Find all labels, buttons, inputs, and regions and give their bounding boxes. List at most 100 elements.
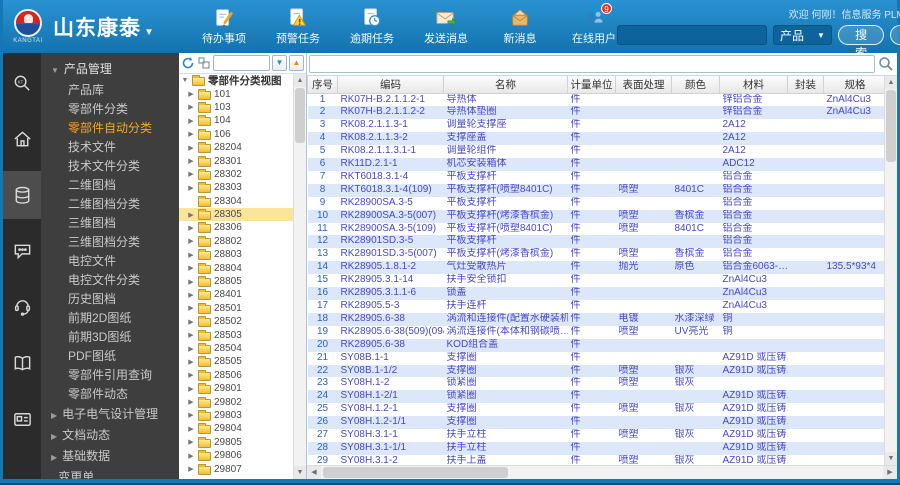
table-row[interactable]: 19 RK28905.6-38(509)(094) 涡流连接件(本体和钢碳喷… 件 喷塑… <box>308 326 887 339</box>
sidebar-item[interactable]: 零部件分类 <box>41 100 179 119</box>
table-vertical-scrollbar[interactable]: ▲ ▼ <box>884 76 897 465</box>
triangle-right-icon[interactable]: ▶ <box>187 251 195 259</box>
tree-node[interactable]: ▶ 28305 <box>179 207 293 222</box>
tree-node[interactable]: ▶ 29804 <box>179 422 293 435</box>
triangle-right-icon[interactable]: ▶ <box>187 130 195 138</box>
column-header[interactable]: 颜色 <box>671 76 720 94</box>
search-category-select[interactable]: 产品 ▼ <box>773 25 832 45</box>
tree-scroll-thumb[interactable] <box>295 88 305 143</box>
table-row[interactable]: 15 RK28905.3.1-14 扶手安全锁扣 件 ZnAl4Cu3 <box>308 274 887 287</box>
tree-node[interactable]: ▶ 29803 <box>179 409 293 422</box>
sidebar-item[interactable]: 电控文件 <box>41 252 179 271</box>
sidebar-item[interactable]: 前期3D图纸 <box>41 328 179 347</box>
triangle-right-icon[interactable]: ▶ <box>187 103 195 111</box>
scroll-left-icon[interactable]: ◀ <box>307 466 321 479</box>
tree-node[interactable]: ▶ 28803 <box>179 248 293 261</box>
triangle-right-icon[interactable]: ▶ <box>187 211 195 219</box>
rail-idcard-icon[interactable] <box>3 395 41 443</box>
title-dropdown-caret-icon[interactable]: ▼ <box>144 27 154 38</box>
tree-node[interactable]: ▶ 101 <box>179 87 293 100</box>
rail-search-logo-icon[interactable]: KT <box>3 59 41 107</box>
triangle-right-icon[interactable]: ▶ <box>187 304 195 312</box>
tree-vertical-scrollbar[interactable]: ▲ ▼ <box>293 74 306 479</box>
tree-node[interactable]: ▶ 28401 <box>179 288 293 301</box>
table-row[interactable]: 16 RK28905.3.1.1-6 锁盖 件 ZnAl4Cu3 <box>307 287 887 300</box>
triangle-right-icon[interactable]: ▶ <box>187 184 195 192</box>
advanced-search-button[interactable]: 高级 <box>890 25 900 45</box>
tree-node[interactable]: ▶ 29805 <box>179 436 293 449</box>
triangle-right-icon[interactable]: ▶ <box>187 345 195 353</box>
tree-node[interactable]: ▶ 28802 <box>179 235 293 248</box>
table-row[interactable]: 2 RK07H-B.2.1.1.2-2 导热体垫圈 件 锌铝合金 ZnAl4Cu3 <box>307 106 887 120</box>
table-row[interactable]: 6 RK11D.2.1-1 机芯安装箱体 件 ADC12 <box>307 158 887 171</box>
table-row[interactable]: 11 RK28900SA.3-5(109) 平板支撑杆(喷塑8401C) 件 喷塑 840… <box>308 223 887 236</box>
tree-node[interactable]: ▶ 28505 <box>179 355 293 368</box>
sidebar-group[interactable]: ▶ 电子电气设计管理 <box>41 405 179 425</box>
table-row[interactable]: 24 SY08H.1-2/1 锁紧圈 件 AZ91D 或压铸… <box>307 390 887 404</box>
table-search-input[interactable] <box>309 55 875 73</box>
table-row[interactable]: 7 RKT6018.3.1-4 平板支撑杆 件 铝合金 <box>308 171 887 184</box>
table-scroll-thumb[interactable] <box>886 90 896 162</box>
tree-node[interactable]: ▶ 28306 <box>179 221 293 234</box>
table-horizontal-scrollbar[interactable]: ◀ ▶ <box>307 465 897 479</box>
sidebar-item[interactable]: 技术文件 <box>41 138 179 157</box>
triangle-right-icon[interactable]: ▶ <box>187 224 195 232</box>
triangle-right-icon[interactable]: ▶ <box>187 385 195 393</box>
tree-filter-input[interactable] <box>213 55 270 71</box>
triangle-right-icon[interactable]: ▶ <box>187 331 195 339</box>
column-header[interactable]: 规格 <box>823 76 887 94</box>
tree-node[interactable]: ▶ 29801 <box>179 382 293 395</box>
sidebar-root-product-management[interactable]: ▼ 产品管理 <box>41 59 179 81</box>
scroll-up-icon[interactable]: ▲ <box>885 76 897 89</box>
table-row[interactable]: 3 RK08.2.1.1.3-1 调量轮支撑座 件 2A12 <box>308 119 887 132</box>
sidebar-item[interactable]: 零部件动态 <box>41 385 179 404</box>
global-search-input[interactable] <box>617 25 767 45</box>
table-row[interactable]: 18 RK28905.6-38 涡流和连接件(配置水硬装机) 件 电镀 水漆深绿铜 <box>307 312 887 326</box>
sidebar-item[interactable]: 二维图档分类 <box>41 195 179 214</box>
tree-node[interactable]: ▶ 29802 <box>179 395 293 408</box>
sidebar-item[interactable]: 历史图档 <box>41 290 179 309</box>
triangle-right-icon[interactable]: ▶ <box>187 264 195 272</box>
tree-node[interactable]: ▶ 28804 <box>179 261 293 274</box>
rail-home-icon[interactable] <box>3 115 41 163</box>
tree-node[interactable]: ▶ 28303 <box>179 181 293 194</box>
table-row[interactable]: 29 SY08H.3.1-2 扶手上盖 件 喷塑 银灰 AZ91D 或压铸… <box>308 455 887 465</box>
table-row[interactable]: 22 SY08B.1-1/2 支撑圈 件 喷塑 银灰 AZ91D 或压铸… <box>307 364 887 378</box>
triangle-right-icon[interactable]: ▶ <box>187 465 195 473</box>
column-header[interactable]: 编码 <box>337 76 444 94</box>
triangle-right-icon[interactable]: ▶ <box>187 170 195 178</box>
triangle-right-icon[interactable]: ▶ <box>187 278 195 286</box>
scroll-down-icon[interactable]: ▼ <box>885 452 897 465</box>
triangle-right-icon[interactable]: ▶ <box>187 371 195 379</box>
tree-node[interactable]: ▶ 28506 <box>179 369 293 382</box>
sidebar-item[interactable]: 零部件引用查询 <box>41 366 179 385</box>
table-row[interactable]: 9 RK28900SA.3-5 平板支撑杆 件 铝合金 <box>308 197 887 210</box>
table-row[interactable]: 1 RK07H-B.2.1.1.2-1 导热体 件 锌铝合金 ZnAl4Cu3 <box>308 93 887 106</box>
table-row[interactable]: 5 RK08.2.1.1.3.1-1 调量轮组件 件 2A12 <box>308 145 887 158</box>
triangle-right-icon[interactable]: ▶ <box>187 318 195 326</box>
collapse-all-icon[interactable] <box>197 56 211 70</box>
sidebar-item[interactable]: 产品库 <box>41 81 179 100</box>
column-header[interactable]: 材料 <box>719 76 788 94</box>
tree-node[interactable]: ▶ 28204 <box>179 141 293 154</box>
tree-node[interactable]: ▶ 28302 <box>179 168 293 181</box>
triangle-right-icon[interactable]: ▶ <box>187 117 195 125</box>
table-row[interactable]: 8 RKT6018.3.1-4(109) 平板支撑杆(喷塑8401C) 件 喷塑 8401… <box>307 183 887 197</box>
tree-node[interactable]: ▶ 28501 <box>179 302 293 315</box>
sidebar-item[interactable]: 电控文件分类 <box>41 271 179 290</box>
quick-action-new-message[interactable]: 新消息 <box>497 7 543 46</box>
table-row[interactable]: 12 RK28901SD.3-5 平板支撑杆 件 铝合金 <box>307 235 887 249</box>
sidebar-group[interactable]: ▶ 基础数据 <box>41 447 179 467</box>
rail-database-icon[interactable] <box>3 171 41 219</box>
sidebar-item[interactable]: 技术文件分类 <box>41 157 179 176</box>
triangle-right-icon[interactable]: ▶ <box>187 425 195 433</box>
sidebar-group[interactable]: 变更单 <box>41 468 179 479</box>
table-row[interactable]: 21 SY08B.1-1 支撑圈 件 AZ91D 或压铸… <box>308 352 887 365</box>
column-header[interactable]: 名称 <box>443 76 568 94</box>
triangle-right-icon[interactable]: ▶ <box>187 358 195 366</box>
sidebar-item[interactable]: PDF图纸 <box>41 347 179 366</box>
horizontal-scroll-thumb[interactable] <box>323 467 508 478</box>
tree-node[interactable]: ▶ 29806 <box>179 449 293 462</box>
table-row[interactable]: 17 RK28905.5-3 扶手连杆 件 ZnAl4Cu3 <box>308 300 887 313</box>
table-row[interactable]: 20 RK28905.6-38 KOD组合盖 件 <box>307 338 887 352</box>
